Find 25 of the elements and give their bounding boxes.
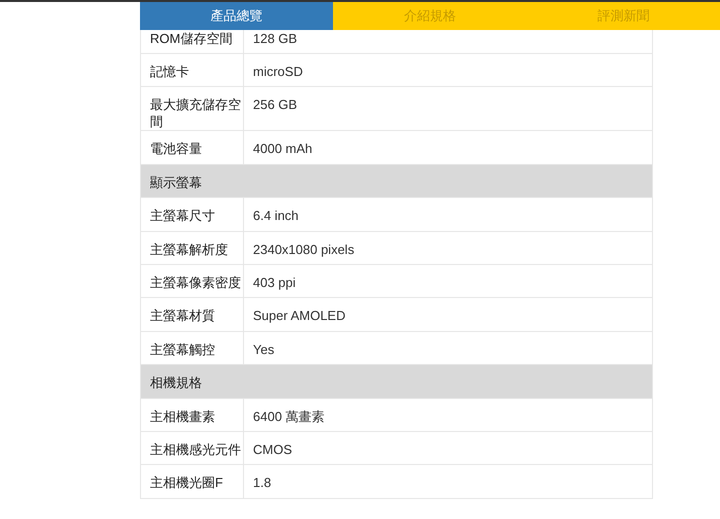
tab[interactable]: 產品總覽	[140, 2, 334, 30]
spec-value: 1.8	[243, 465, 652, 499]
spec-label: 最大擴充儲存空間	[141, 87, 243, 132]
spec-value: Super AMOLED	[243, 298, 652, 332]
spec-value: CMOS	[243, 432, 652, 466]
section-header: 相機規格	[141, 365, 652, 399]
spec-value: 6.4 inch	[243, 198, 652, 232]
spec-label: 主相機感光元件	[141, 432, 243, 466]
spec-value: 403 ppi	[243, 264, 652, 298]
spec-label: 主螢幕材質	[141, 298, 243, 332]
spec-label: 記憶卡	[141, 54, 243, 88]
section-header: 顯示螢幕	[141, 164, 652, 198]
spec-value: microSD	[243, 54, 652, 88]
spec-value: 256 GB	[243, 87, 652, 132]
tab[interactable]: 評測新聞	[526, 2, 720, 30]
spec-value: 128 GB	[243, 30, 652, 54]
spec-label: 主相機畫素	[141, 398, 243, 432]
spec-label: 主螢幕像素密度	[141, 264, 243, 298]
spec-value: 2340x1080 pixels	[243, 232, 652, 265]
spec-label: 主相機光圈F	[141, 465, 243, 499]
tab[interactable]: 介紹規格	[333, 2, 527, 30]
spec-value: 6400 萬畫素	[243, 398, 652, 432]
spec-label: 主螢幕解析度	[141, 232, 243, 265]
spec-label: ROM儲存空間	[141, 30, 243, 54]
spec-label: 主螢幕尺寸	[141, 198, 243, 232]
